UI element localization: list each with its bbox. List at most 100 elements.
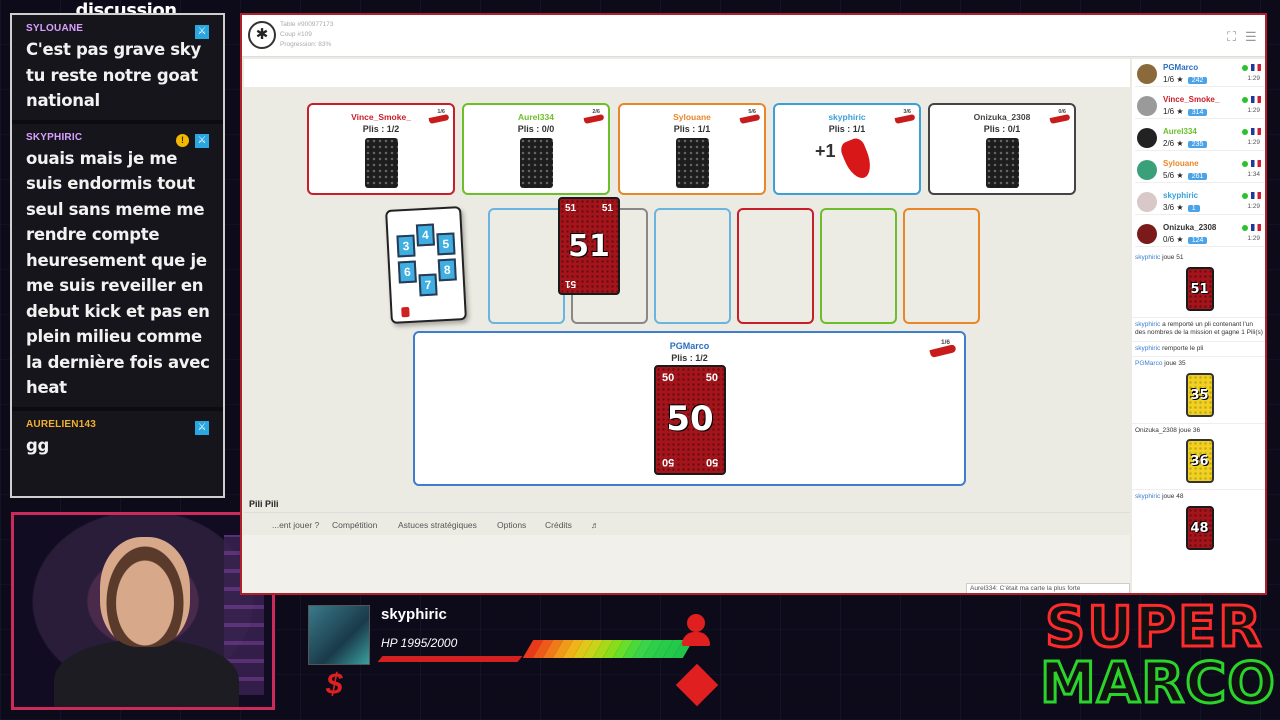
player-row[interactable]: Vince_Smoke_ 1/6 ★ 314 1:29 [1135,94,1264,119]
log-card: 35 [1185,372,1214,417]
chat-text: gg [26,435,50,455]
sword-icon: ⚔ [195,420,209,435]
seat-tricks: Plis : 0/1 [983,124,1021,134]
pile-slot[interactable] [820,208,897,324]
nav-credits[interactable]: Crédits [545,520,572,530]
score-value: 3/6 [1163,203,1175,212]
card-corner: 50 [705,372,718,384]
chat-username: AURELIEN143 [26,418,96,430]
player-row[interactable]: PGMarco 1/6 ★ 242 1:29 [1135,62,1264,87]
log-entry: skyphiric joue 48 [1132,489,1265,502]
log-entry: Onizuka_2308 joue 36 [1132,422,1265,436]
elo-badge: 261 [1187,173,1208,180]
online-icon [1242,97,1248,103]
mission-marker [401,306,410,318]
bga-logo-icon[interactable]: ✱ [248,21,276,49]
star-icon: ★ [1176,139,1184,148]
pile-slot[interactable] [737,208,814,324]
log-text: joue 48 [1160,493,1184,500]
pile-slot[interactable] [654,208,731,324]
player-row-name: Aurel334 [1163,127,1197,136]
log-user: skyphiric [1135,320,1161,328]
played-card: 51 51 51 51 [558,197,620,295]
hp-bar-base [377,656,523,662]
fullscreen-icon[interactable]: ⛶ [1227,29,1236,45]
player-row-name: Onizuka_2308 [1163,223,1217,232]
score-value: 2/6 [1163,139,1175,148]
log-card-value: 48 [1190,520,1209,536]
pile-slot[interactable] [488,208,565,324]
log-text: joue 51 [1160,254,1184,261]
card-back [520,138,553,188]
seat-sylouane: 5/6 Sylouane Plis : 1/1 [618,103,766,195]
online-icon [1242,225,1248,231]
player-tricks: Plis : 1/2 [671,353,708,363]
seat-aurel: 2/6 Aurel334 Plis : 0/0 [462,103,610,195]
big-chili-icon [838,135,876,183]
mission-card: 3 4 5 6 7 8 [385,206,467,324]
flag-fr-icon [1251,128,1261,135]
webcam-person-body [54,640,239,707]
elo-badge: 314 [1187,109,1208,116]
avatar [1137,192,1157,212]
nav-how-to-play[interactable]: ...ent jouer ? [272,520,319,530]
log-card: 36 [1185,439,1214,483]
sword-icon: ⚔ [195,25,209,39]
player-hand-area: PGMarco Plis : 1/2 1/6 50 50 50 50 50 [413,331,966,486]
hud-player-name: skyphiric [381,606,447,623]
player-clock: 1:29 [1247,107,1260,114]
player-row[interactable]: Sylouane 5/6 ★ 261 1:34 [1135,158,1264,183]
player-row-score: 1/6 ★ 242 [1163,75,1208,84]
seat-name: Aurel334 [518,112,554,122]
player-row-name: skyphiric [1163,191,1199,200]
music-icon[interactable]: ♬ [591,520,600,530]
player-row-name: Sylouane [1163,159,1199,168]
pile-slot[interactable] [903,208,980,324]
seat-name: Sylouane [673,112,711,122]
log-entry: skyphiric remporte le pli [1132,340,1265,354]
avatar [1137,64,1157,84]
online-icon [1242,193,1248,199]
log-user: Onizuka_2308 [1135,426,1177,434]
card-corner: 51 [565,278,577,289]
player-row-score: 3/6 ★ 1 [1163,203,1200,212]
webcam-feed [11,512,275,710]
mission-number: 4 [415,223,435,247]
star-icon: ★ [1176,235,1184,244]
log-card: 48 [1185,505,1214,550]
seat-tricks: Plis : 0/0 [517,124,555,134]
menu-icon[interactable]: ☰ [1245,29,1257,45]
avatar [1137,224,1157,244]
nav-options[interactable]: Options [497,520,526,530]
player-row-score: 2/6 ★ 235 [1163,139,1208,148]
player-row[interactable]: Onizuka_2308 0/6 ★ 124 1:29 [1135,222,1264,247]
progression: Progression: 83% [280,41,332,48]
nav-competition[interactable]: Compétition [332,520,377,530]
chat-panel: SYLOUANE ⚔ C'est pas grave sky tu reste … [10,13,225,498]
mission-number: 3 [396,234,416,258]
player-row[interactable]: Aurel334 2/6 ★ 235 1:29 [1135,126,1264,151]
mission-number: 6 [397,260,417,284]
seat-tricks: Plis : 1/2 [362,124,400,134]
log-text: joue 36 [1176,426,1201,434]
elo-badge: 124 [1187,237,1208,244]
star-icon: ★ [1176,203,1184,212]
seat-name: Onizuka_2308 [973,112,1031,122]
chat-text: ouais mais je me suis endormis tout seul… [26,148,210,398]
player-clock: 1:34 [1247,171,1260,178]
log-entry: skyphiric a remporté un pli contenant l'… [1132,316,1265,338]
player-row-score: 5/6 ★ 261 [1163,171,1208,180]
log-user: PGMarco [1135,360,1163,367]
game-title: Pili Pili [249,499,279,509]
player-row[interactable]: skyphiric 3/6 ★ 1 1:29 [1135,190,1264,215]
hand-card[interactable]: 50 50 50 50 50 [654,365,726,475]
table-info: Table #900977173 Coup #109 Progression: … [280,20,334,50]
seat-name: Vince_Smoke_ [351,112,411,122]
bonus-label: +1 [815,141,836,161]
card-back [986,138,1019,188]
player-clock: 1:29 [1247,203,1260,210]
table-number: Table #900977173 [280,21,334,28]
nav-strategy-tips[interactable]: Astuces stratégiques [398,520,477,530]
chat-message: SKYPHIRIC ! ⚔ ouais mais je me suis endo… [12,124,223,411]
pawn-icon-body [682,632,710,646]
